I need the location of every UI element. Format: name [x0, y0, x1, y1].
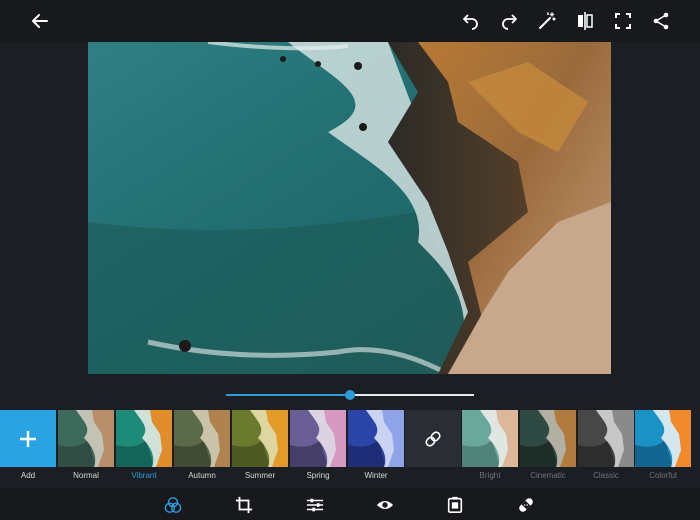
filter-label-cinematic: Cinematic	[530, 471, 566, 480]
filter-label-classic: Classic	[593, 471, 619, 480]
filter-thumb-cinematic[interactable]	[520, 410, 576, 467]
crop-icon[interactable]	[233, 494, 255, 516]
filter-thumb-summer[interactable]	[232, 410, 288, 467]
filter-label-vibrant: Vibrant	[131, 471, 157, 480]
compare-icon[interactable]	[573, 9, 597, 33]
filter-thumb-bright[interactable]	[462, 410, 518, 467]
top-toolbar	[0, 0, 700, 42]
filter-thumb-vibrant[interactable]	[116, 410, 172, 467]
adjustments-sliders-icon[interactable]	[304, 494, 326, 516]
canvas-area	[0, 42, 700, 382]
looks-filter-icon[interactable]	[162, 494, 184, 516]
bottom-toolbar	[0, 488, 700, 520]
slider-fill	[226, 394, 350, 396]
share-icon[interactable]	[649, 9, 673, 33]
plus-icon	[18, 429, 38, 449]
spot-heal-bandage-icon[interactable]	[515, 494, 537, 516]
filter-thumb-autumn[interactable]	[174, 410, 230, 467]
filter-label-winter: Winter	[364, 471, 388, 480]
undo-icon[interactable]	[458, 9, 482, 33]
frame-border-icon[interactable]	[444, 494, 466, 516]
filter-filmstrip: Add Normal Vibrant Autumn Summer Spring Winter…	[0, 410, 700, 482]
filter-thumb-winter[interactable]	[348, 410, 404, 467]
blend-link-button[interactable]	[405, 410, 461, 467]
filter-label-spring: Spring	[306, 471, 330, 480]
filter-label-add: Add	[20, 471, 36, 480]
filter-label-autumn: Autumn	[188, 471, 216, 480]
filter-thumb-normal[interactable]	[58, 410, 114, 467]
redo-icon[interactable]	[498, 9, 522, 33]
filter-label-summer: Summer	[244, 471, 276, 480]
add-filter-button[interactable]	[0, 410, 56, 467]
filter-thumb-colorful[interactable]	[635, 410, 691, 467]
filter-thumb-classic[interactable]	[578, 410, 634, 467]
red-eye-icon[interactable]	[374, 494, 396, 516]
slider-handle[interactable]	[345, 390, 355, 400]
filter-label-normal: Normal	[73, 471, 99, 480]
auto-fix-wand-icon[interactable]	[535, 9, 559, 33]
fullscreen-icon[interactable]	[611, 9, 635, 33]
filter-label-colorful: Colorful	[649, 471, 677, 480]
edited-photo[interactable]	[88, 42, 611, 374]
filter-label-bright: Bright	[479, 471, 501, 480]
link-icon	[424, 430, 442, 448]
back-arrow-icon[interactable]	[28, 9, 52, 33]
filter-thumb-spring[interactable]	[290, 410, 346, 467]
adjustment-slider[interactable]	[226, 388, 474, 402]
